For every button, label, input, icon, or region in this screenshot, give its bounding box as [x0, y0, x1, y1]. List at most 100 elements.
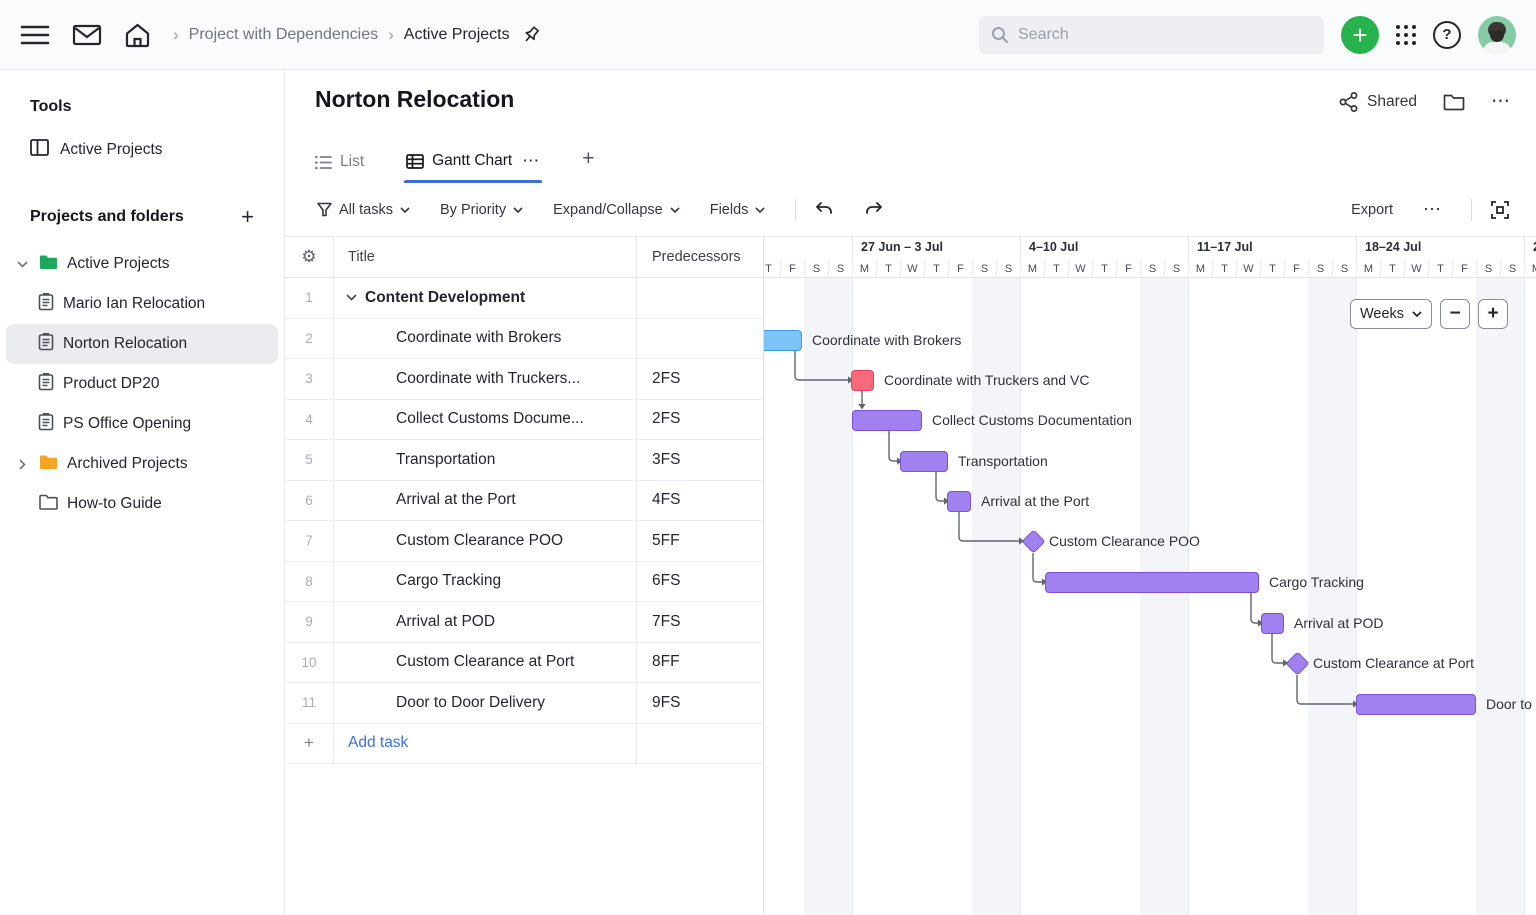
chevron-down-icon[interactable]: [14, 261, 30, 268]
sidebar-item-label: Archived Projects: [67, 455, 188, 473]
table-row-task-2[interactable]: 2 Coordinate with Brokers: [285, 319, 763, 360]
sidebar-item-label: Product DP20: [63, 375, 160, 393]
task-predecessor: 8FF: [637, 643, 763, 683]
list-view-icon: [315, 155, 332, 170]
table-row-task-7[interactable]: 7 Custom Clearance POO 5FF: [285, 521, 763, 562]
task-title: Transportation: [334, 451, 495, 469]
table-row-task-9[interactable]: 9 Arrival at POD 7FS: [285, 602, 763, 643]
add-task-row[interactable]: + Add task: [285, 724, 763, 765]
toolbar-more-icon[interactable]: ⋯: [1423, 199, 1441, 220]
undo-button[interactable]: [814, 201, 834, 218]
fields-dropdown[interactable]: Fields: [710, 202, 766, 218]
add-project-button[interactable]: +: [241, 204, 254, 230]
sort-dropdown[interactable]: By Priority: [440, 202, 523, 218]
gantt-bar-task-8[interactable]: [1045, 572, 1259, 593]
task-predecessor: 2FS: [637, 359, 763, 399]
shared-button[interactable]: Shared: [1339, 92, 1417, 112]
task-predecessor: [637, 278, 763, 318]
task-predecessor: [637, 319, 763, 359]
task-title: Content Development: [365, 289, 525, 307]
task-rows: 1 Content Development 2 Coordinate with …: [285, 278, 763, 764]
redo-icon: [864, 201, 884, 218]
gantt-bar-task-4[interactable]: [852, 410, 922, 431]
add-task-button[interactable]: Add task: [334, 734, 408, 752]
gantt-bar-task-2[interactable]: [763, 330, 802, 351]
help-icon[interactable]: ?: [1433, 21, 1461, 49]
table-row-task-5[interactable]: 5 Transportation 3FS: [285, 440, 763, 481]
task-predecessor: 4FS: [637, 481, 763, 521]
gantt-bar-task-11[interactable]: [1356, 694, 1476, 715]
topbar: › Project with Dependencies › Active Pro…: [0, 0, 1536, 70]
table-settings-gear-icon[interactable]: ⚙: [301, 247, 316, 267]
gantt-bar-label: Cargo Tracking: [1269, 572, 1364, 592]
projects-header: Projects and folders +: [0, 204, 284, 230]
breadcrumb-parent[interactable]: Project with Dependencies: [189, 26, 378, 44]
table-row-task-8[interactable]: 8 Cargo Tracking 6FS: [285, 562, 763, 603]
home-icon[interactable]: [124, 22, 151, 48]
projects-header-label: Projects and folders: [30, 208, 184, 226]
tools-header: Tools: [0, 98, 284, 116]
sidebar-item-norton-relocation[interactable]: Norton Relocation: [6, 324, 278, 364]
gantt-toolbar: All tasks By Priority Expand/Collapse Fi…: [285, 183, 1536, 237]
tab-list[interactable]: List: [315, 153, 364, 183]
folder-icon[interactable]: [1443, 93, 1465, 111]
sort-label: By Priority: [440, 202, 506, 218]
create-new-button[interactable]: +: [1341, 16, 1379, 54]
fullscreen-button[interactable]: [1490, 200, 1510, 220]
expand-collapse-dropdown[interactable]: Expand/Collapse: [553, 202, 680, 218]
sidebar-item-product-dp20[interactable]: Product DP20: [6, 364, 278, 404]
table-row-task-4[interactable]: 4 Collect Customs Docume... 2FS: [285, 400, 763, 441]
timeline-day-letter: T: [924, 259, 948, 278]
table-row-task-1[interactable]: 1 Content Development: [285, 278, 763, 319]
tab-gantt-chart[interactable]: Gantt Chart ⋯: [406, 151, 540, 183]
sidebar-item-active-projects[interactable]: Active Projects: [6, 244, 278, 284]
table-row-task-3[interactable]: 3 Coordinate with Truckers... 2FS: [285, 359, 763, 400]
doc-icon: [38, 373, 54, 396]
hamburger-menu-icon[interactable]: [20, 23, 50, 47]
gantt-bar-label: Collect Customs Documentation: [932, 410, 1132, 430]
export-button[interactable]: Export: [1351, 202, 1393, 218]
row-number: 11: [285, 683, 334, 723]
gantt-bar-label: Custom Clearance at Port: [1313, 653, 1474, 673]
sidebar-item-active-projects[interactable]: Active Projects: [0, 130, 284, 170]
gantt-bar-task-6[interactable]: [947, 491, 971, 512]
redo-button[interactable]: [864, 201, 884, 218]
gantt-bar-task-3[interactable]: [851, 370, 874, 391]
task-title: Cargo Tracking: [334, 572, 501, 590]
pin-icon[interactable]: [520, 24, 542, 46]
zoom-in-button[interactable]: +: [1478, 299, 1508, 329]
filter-dropdown[interactable]: All tasks: [317, 202, 410, 218]
sidebar-item-label: Active Projects: [67, 255, 170, 273]
search-input[interactable]: [1018, 26, 1312, 44]
table-row-task-10[interactable]: 10 Custom Clearance at Port 8FF: [285, 643, 763, 684]
chevron-down-icon[interactable]: [346, 294, 357, 301]
more-menu-icon[interactable]: ⋯: [1491, 90, 1510, 113]
chevron-right-icon[interactable]: [14, 459, 30, 470]
sidebar-item-how-to-guide[interactable]: How-to Guide: [6, 484, 278, 524]
tab-options-icon[interactable]: ⋯: [522, 151, 540, 171]
task-predecessor: 7FS: [637, 602, 763, 642]
table-row-task-11[interactable]: 11 Door to Door Delivery 9FS: [285, 683, 763, 724]
breadcrumb-current[interactable]: Active Projects: [404, 26, 510, 44]
gantt-bar-task-5[interactable]: [900, 451, 948, 472]
zoom-out-button[interactable]: −: [1440, 299, 1470, 329]
table-row-task-6[interactable]: 6 Arrival at the Port 4FS: [285, 481, 763, 522]
add-task-plus-icon[interactable]: +: [285, 724, 334, 764]
gantt-bar-task-9[interactable]: [1261, 613, 1284, 634]
apps-grid-icon[interactable]: [1396, 25, 1416, 45]
sidebar-item-archived-projects[interactable]: Archived Projects: [6, 444, 278, 484]
mail-icon[interactable]: [72, 23, 102, 47]
sidebar-item-mario-ian-relocation[interactable]: Mario Ian Relocation: [6, 284, 278, 324]
sidebar: Tools Active Projects Projects and folde…: [0, 70, 285, 915]
gantt-bar-label: Transportation: [958, 451, 1048, 471]
timeline-day-letter: S: [1140, 259, 1164, 278]
add-view-button[interactable]: +: [582, 147, 594, 183]
timescale-dropdown[interactable]: Weeks: [1350, 299, 1432, 329]
sidebar-item-ps-office-opening[interactable]: PS Office Opening: [6, 404, 278, 444]
avatar[interactable]: [1478, 16, 1516, 54]
search-input-wrap: [979, 16, 1324, 54]
page-title: Norton Relocation: [315, 86, 514, 113]
timeline-day-letter: S: [1476, 259, 1500, 278]
gantt-view-icon: [406, 154, 424, 169]
timeline-day-letter: W: [1404, 259, 1428, 278]
